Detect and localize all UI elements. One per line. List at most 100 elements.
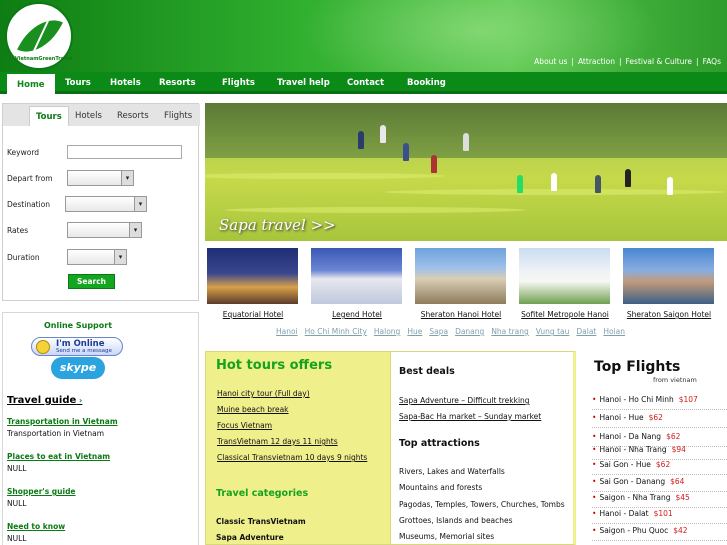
smiley-icon [36, 340, 50, 354]
toplink-faqs[interactable]: FAQs [703, 57, 721, 66]
city-link[interactable]: Hanoi [276, 327, 298, 336]
deal-link[interactable]: Sapa Adventure – Difficult trekking [399, 396, 530, 405]
search-tab-resorts[interactable]: Resorts [117, 106, 149, 126]
category-item[interactable]: Classic TransVietnam [216, 517, 306, 526]
hotel-name[interactable]: Legend Hotel [307, 310, 407, 319]
travel-guide-title[interactable]: Travel guide › [7, 395, 82, 406]
hot-tours-panel: Hot tours offers Hanoi city tour (Full d… [205, 351, 391, 545]
flight-route: Hanoi - Ho Chi Minh [599, 395, 674, 404]
flight-route: Sai Gon - Danang [599, 477, 666, 486]
bullet-icon: • [592, 477, 597, 486]
search-tabs: Tours Hotels Resorts Flights [3, 104, 200, 126]
guide-link-transport[interactable]: Transportation in Vietnam [7, 417, 118, 426]
flight-row[interactable]: • Hanoi - Hue $62 [592, 407, 727, 428]
hotel-name[interactable]: Equatorial Hotel [203, 310, 303, 319]
im-online-button[interactable]: I'm Online Send me a message [31, 337, 123, 356]
nav-home[interactable]: Home [7, 72, 55, 94]
guide-link-need[interactable]: Need to know [7, 522, 65, 531]
top-links: About us | Attraction | Festival & Culture | F… [534, 57, 721, 66]
toplink-attraction[interactable]: Attraction [578, 57, 615, 66]
toplink-festival[interactable]: Festival & Culture [626, 57, 693, 66]
search-tab-hotels[interactable]: Hotels [75, 106, 102, 126]
depart-label: Depart from [7, 174, 53, 183]
attraction-item[interactable]: Mountains and forests [399, 483, 482, 492]
site-logo[interactable]: VietnamGreenTravel [5, 2, 73, 70]
flight-price: $94 [671, 445, 686, 454]
city-link[interactable]: Vung tau [536, 327, 570, 336]
hiker [625, 169, 631, 187]
search-button[interactable]: Search [68, 274, 115, 289]
attraction-item[interactable]: Pagodas, Temples, Towers, Churches, Tomb… [399, 500, 565, 509]
best-deals-title: Best deals [399, 366, 455, 377]
keyword-input[interactable] [67, 145, 182, 159]
city-link[interactable]: Halong [374, 327, 400, 336]
city-link[interactable]: Sapa [429, 327, 448, 336]
guide-text-eat: NULL [7, 464, 27, 473]
hot-tour-link[interactable]: TransVietnam 12 days 11 nights [217, 437, 338, 446]
hotel-photo [519, 248, 610, 304]
site-header: VietnamGreenTravel About us | Attraction | F… [0, 0, 727, 72]
attraction-item[interactable]: Grottoes, Islands and beaches [399, 516, 513, 525]
search-tab-flights[interactable]: Flights [164, 106, 192, 126]
hiker [380, 125, 386, 143]
hotel-name[interactable]: Sheraton Hanoi Hotel [411, 310, 511, 319]
hotel-photo [623, 248, 714, 304]
destination-select[interactable]: ▾ [65, 196, 147, 212]
keyword-label: Keyword [7, 148, 40, 157]
hot-tour-link[interactable]: Hanoi city tour (Full day) [217, 389, 310, 398]
city-link[interactable]: Hoian [603, 327, 625, 336]
nav-contact[interactable]: Contact [347, 72, 384, 94]
hot-tour-link[interactable]: Classical Transvietnam 10 days 9 nights [217, 453, 367, 462]
bullet-icon: • [592, 493, 597, 502]
nav-tours[interactable]: Tours [65, 72, 91, 94]
hiker [403, 143, 409, 161]
rates-select[interactable]: ▾ [67, 222, 142, 238]
online-support-title: Online Support [43, 321, 113, 330]
city-link[interactable]: Danang [455, 327, 484, 336]
city-link[interactable]: Ho Chi Minh City [305, 327, 367, 336]
hotel-card[interactable]: Legend Hotel [311, 248, 402, 319]
nav-travel-help[interactable]: Travel help [277, 72, 330, 94]
city-link[interactable]: Nha trang [491, 327, 528, 336]
rates-label: Rates [7, 226, 29, 235]
attraction-item[interactable]: Rivers, Lakes and Waterfalls [399, 467, 505, 476]
flight-row[interactable]: • Saigon - Phu Quoc $42 [592, 520, 727, 541]
attraction-item[interactable]: Museums, Memorial sites [399, 532, 494, 541]
nav-flights[interactable]: Flights [222, 72, 255, 94]
flight-price: $101 [653, 509, 673, 518]
hiker [667, 177, 673, 195]
sapa-banner[interactable]: Sapa travel >> [205, 103, 727, 241]
chevron-down-icon: ▾ [121, 171, 133, 185]
depart-select[interactable]: ▾ [67, 170, 134, 186]
terrace-band [225, 207, 525, 213]
search-tab-tours[interactable]: Tours [29, 106, 69, 126]
hotel-name[interactable]: Sheraton Saigon Hotel [619, 310, 719, 319]
chevron-down-icon: ▾ [114, 250, 126, 264]
hotel-name[interactable]: Sofitel Metropole Hanoi [515, 310, 615, 319]
flight-route: Saigon - Nha Trang [599, 493, 671, 502]
flight-route: Hanoi - Dalat [599, 509, 649, 518]
nav-hotels[interactable]: Hotels [110, 72, 141, 94]
nav-resorts[interactable]: Resorts [159, 72, 196, 94]
hot-tour-link[interactable]: Focus Vietnam [217, 421, 272, 430]
hotel-card[interactable]: Sofitel Metropole Hanoi [519, 248, 610, 319]
guide-link-shopper[interactable]: Shopper's guide [7, 487, 76, 496]
deals-panel: Best deals Sapa Adventure – Difficult tr… [391, 351, 576, 545]
deal-link[interactable]: Sapa-Bac Ha market – Sunday market [399, 412, 541, 421]
city-link[interactable]: Dalat [576, 327, 596, 336]
hotel-card[interactable]: Sheraton Saigon Hotel [623, 248, 714, 319]
nav-booking[interactable]: Booking [407, 72, 446, 94]
bullet-icon: • [592, 509, 597, 518]
bullet-icon: • [592, 445, 597, 454]
city-link[interactable]: Hue [407, 327, 422, 336]
hot-tour-link[interactable]: Muine beach break [217, 405, 289, 414]
hotel-card[interactable]: Equatorial Hotel [207, 248, 298, 319]
skype-button[interactable]: skype [51, 357, 105, 379]
duration-select[interactable]: ▾ [67, 249, 127, 265]
flight-route: Sai Gon - Hue [599, 460, 651, 469]
hiker [463, 133, 469, 151]
guide-link-eat[interactable]: Places to eat in Vietnam [7, 452, 110, 461]
toplink-about[interactable]: About us [534, 57, 567, 66]
hotel-card[interactable]: Sheraton Hanoi Hotel [415, 248, 506, 319]
category-item[interactable]: Sapa Adventure [216, 533, 284, 542]
